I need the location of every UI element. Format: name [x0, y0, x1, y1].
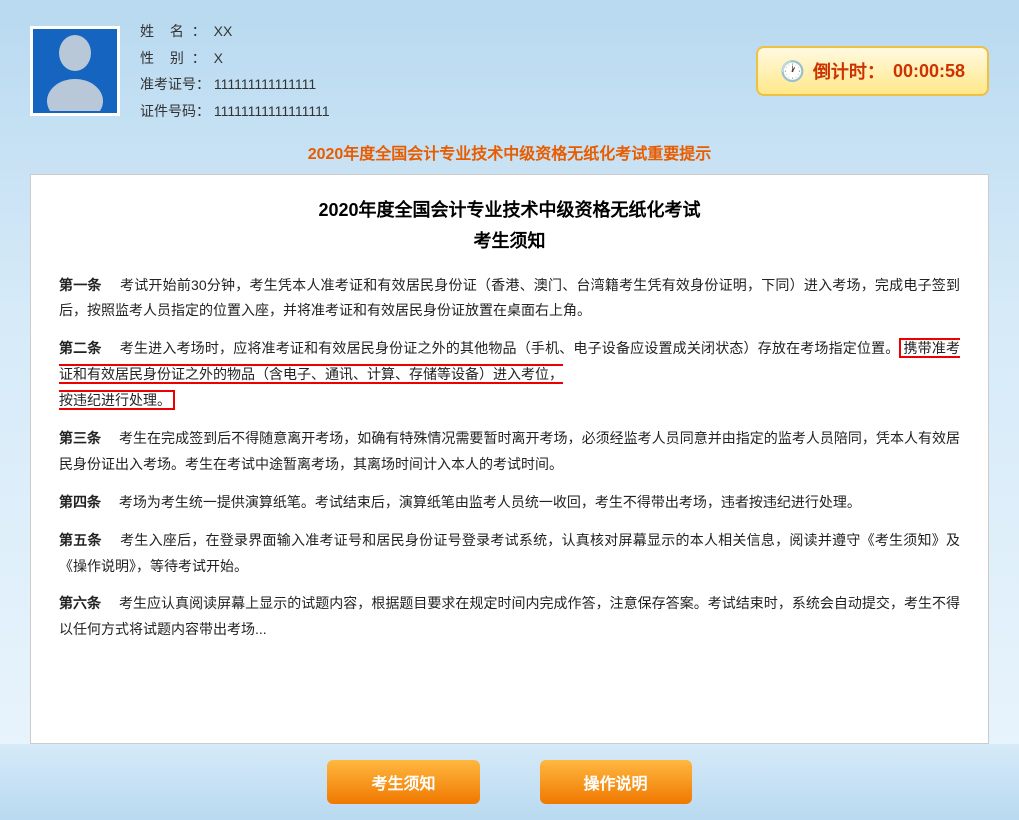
article-5-content: 考生入座后，在登录界面输入准考证号和居民身份证号登录考试系统，认真核对屏幕显示的…: [59, 532, 960, 574]
name-label: 姓: [140, 18, 156, 45]
article-1-content: 考试开始前30分钟，考生凭本人准考证和有效居民身份证（香港、澳门、台湾籍考生凭有…: [59, 277, 960, 319]
id-label: 证件号码：: [140, 103, 210, 119]
article-6: 第六条 考生应认真阅读屏幕上显示的试题内容，根据题目要求在规定时间内完成作答，注…: [59, 591, 960, 643]
name-row: 姓 名 ： XX: [140, 18, 736, 45]
article-6-content: 考生应认真阅读屏幕上显示的试题内容，根据题目要求在规定时间内完成作答，注意保存答…: [59, 595, 960, 637]
article-5-id: 第五条: [59, 532, 102, 548]
name-label2: 名: [170, 23, 184, 39]
gender-value: X: [214, 50, 223, 66]
gender-label: 性: [140, 45, 156, 72]
article-3-id: 第三条: [59, 430, 101, 446]
id-value: 11111111111111111: [214, 103, 330, 119]
doc-title-line1: 2020年度全国会计专业技术中级资格无纸化考试: [59, 195, 960, 226]
article-1-id: 第一条: [59, 277, 102, 293]
article-6-id: 第六条: [59, 595, 101, 611]
article-5: 第五条 考生入座后，在登录界面输入准考证号和居民身份证号登录考试系统，认真核对屏…: [59, 528, 960, 580]
article-4: 第四条 考场为考生统一提供演算纸笔。考试结束后，演算纸笔由监考人员统一收回，考生…: [59, 490, 960, 516]
admission-label: 准考证号：: [140, 76, 210, 92]
gender-row: 性 别 ： X: [140, 45, 736, 72]
article-2-before: 考生进入考场时，应将准考证和有效居民身份证之外的其他物品（手机、电子设备应设置成…: [106, 340, 900, 356]
article-3: 第三条 考生在完成签到后不得随意离开考场，如确有特殊情况需要暂时离开考场，必须经…: [59, 426, 960, 478]
article-2: 第二条 考生进入考场时，应将准考证和有效居民身份证之外的其他物品（手机、电子设备…: [59, 336, 960, 414]
article-4-id: 第四条: [59, 494, 101, 510]
timer-box: 🕐 倒计时： 00:00:58: [756, 46, 989, 96]
main-title: 2020年度全国会计专业技术中级资格无纸化考试重要提示: [0, 134, 1019, 174]
avatar-image: [40, 31, 110, 111]
article-1: 第一条 考试开始前30分钟，考生凭本人准考证和有效居民身份证（香港、澳门、台湾籍…: [59, 273, 960, 325]
article-3-content: 考生在完成签到后不得随意离开考场，如确有特殊情况需要暂时离开考场，必须经监考人员…: [59, 430, 960, 472]
id-row: 证件号码： 11111111111111111: [140, 98, 736, 125]
timer-value: 00:00:58: [893, 61, 965, 82]
gender-label2: 别: [170, 50, 184, 66]
admission-row: 准考证号： 111111111111111: [140, 71, 736, 98]
bottom-bar: 考生须知 操作说明: [0, 744, 1019, 820]
clock-icon: 🕐: [780, 59, 805, 84]
article-2-id: 第二条: [59, 340, 102, 356]
content-area: 2020年度全国会计专业技术中级资格无纸化考试 考生须知 第一条 考试开始前30…: [30, 174, 989, 744]
btn-candidate-notes[interactable]: 考生须知: [327, 760, 479, 804]
scroll-content[interactable]: 2020年度全国会计专业技术中级资格无纸化考试 考生须知 第一条 考试开始前30…: [31, 175, 988, 743]
timer-label: 倒计时：: [813, 58, 885, 84]
user-info: 姓 名 ： XX 性 别 ： X 准考证号： 111111111111111 证…: [140, 18, 736, 124]
doc-title-line2: 考生须知: [59, 226, 960, 257]
article-4-content: 考场为考生统一提供演算纸笔。考试结束后，演算纸笔由监考人员统一收回，考生不得带出…: [105, 494, 861, 510]
header: 姓 名 ： XX 性 别 ： X 准考证号： 111111111111111 证…: [0, 0, 1019, 134]
doc-title: 2020年度全国会计专业技术中级资格无纸化考试 考生须知: [59, 195, 960, 256]
name-value: XX: [214, 23, 233, 39]
btn-operation-guide[interactable]: 操作说明: [540, 760, 692, 804]
avatar: [30, 26, 120, 116]
admission-value: 111111111111111: [214, 76, 316, 92]
